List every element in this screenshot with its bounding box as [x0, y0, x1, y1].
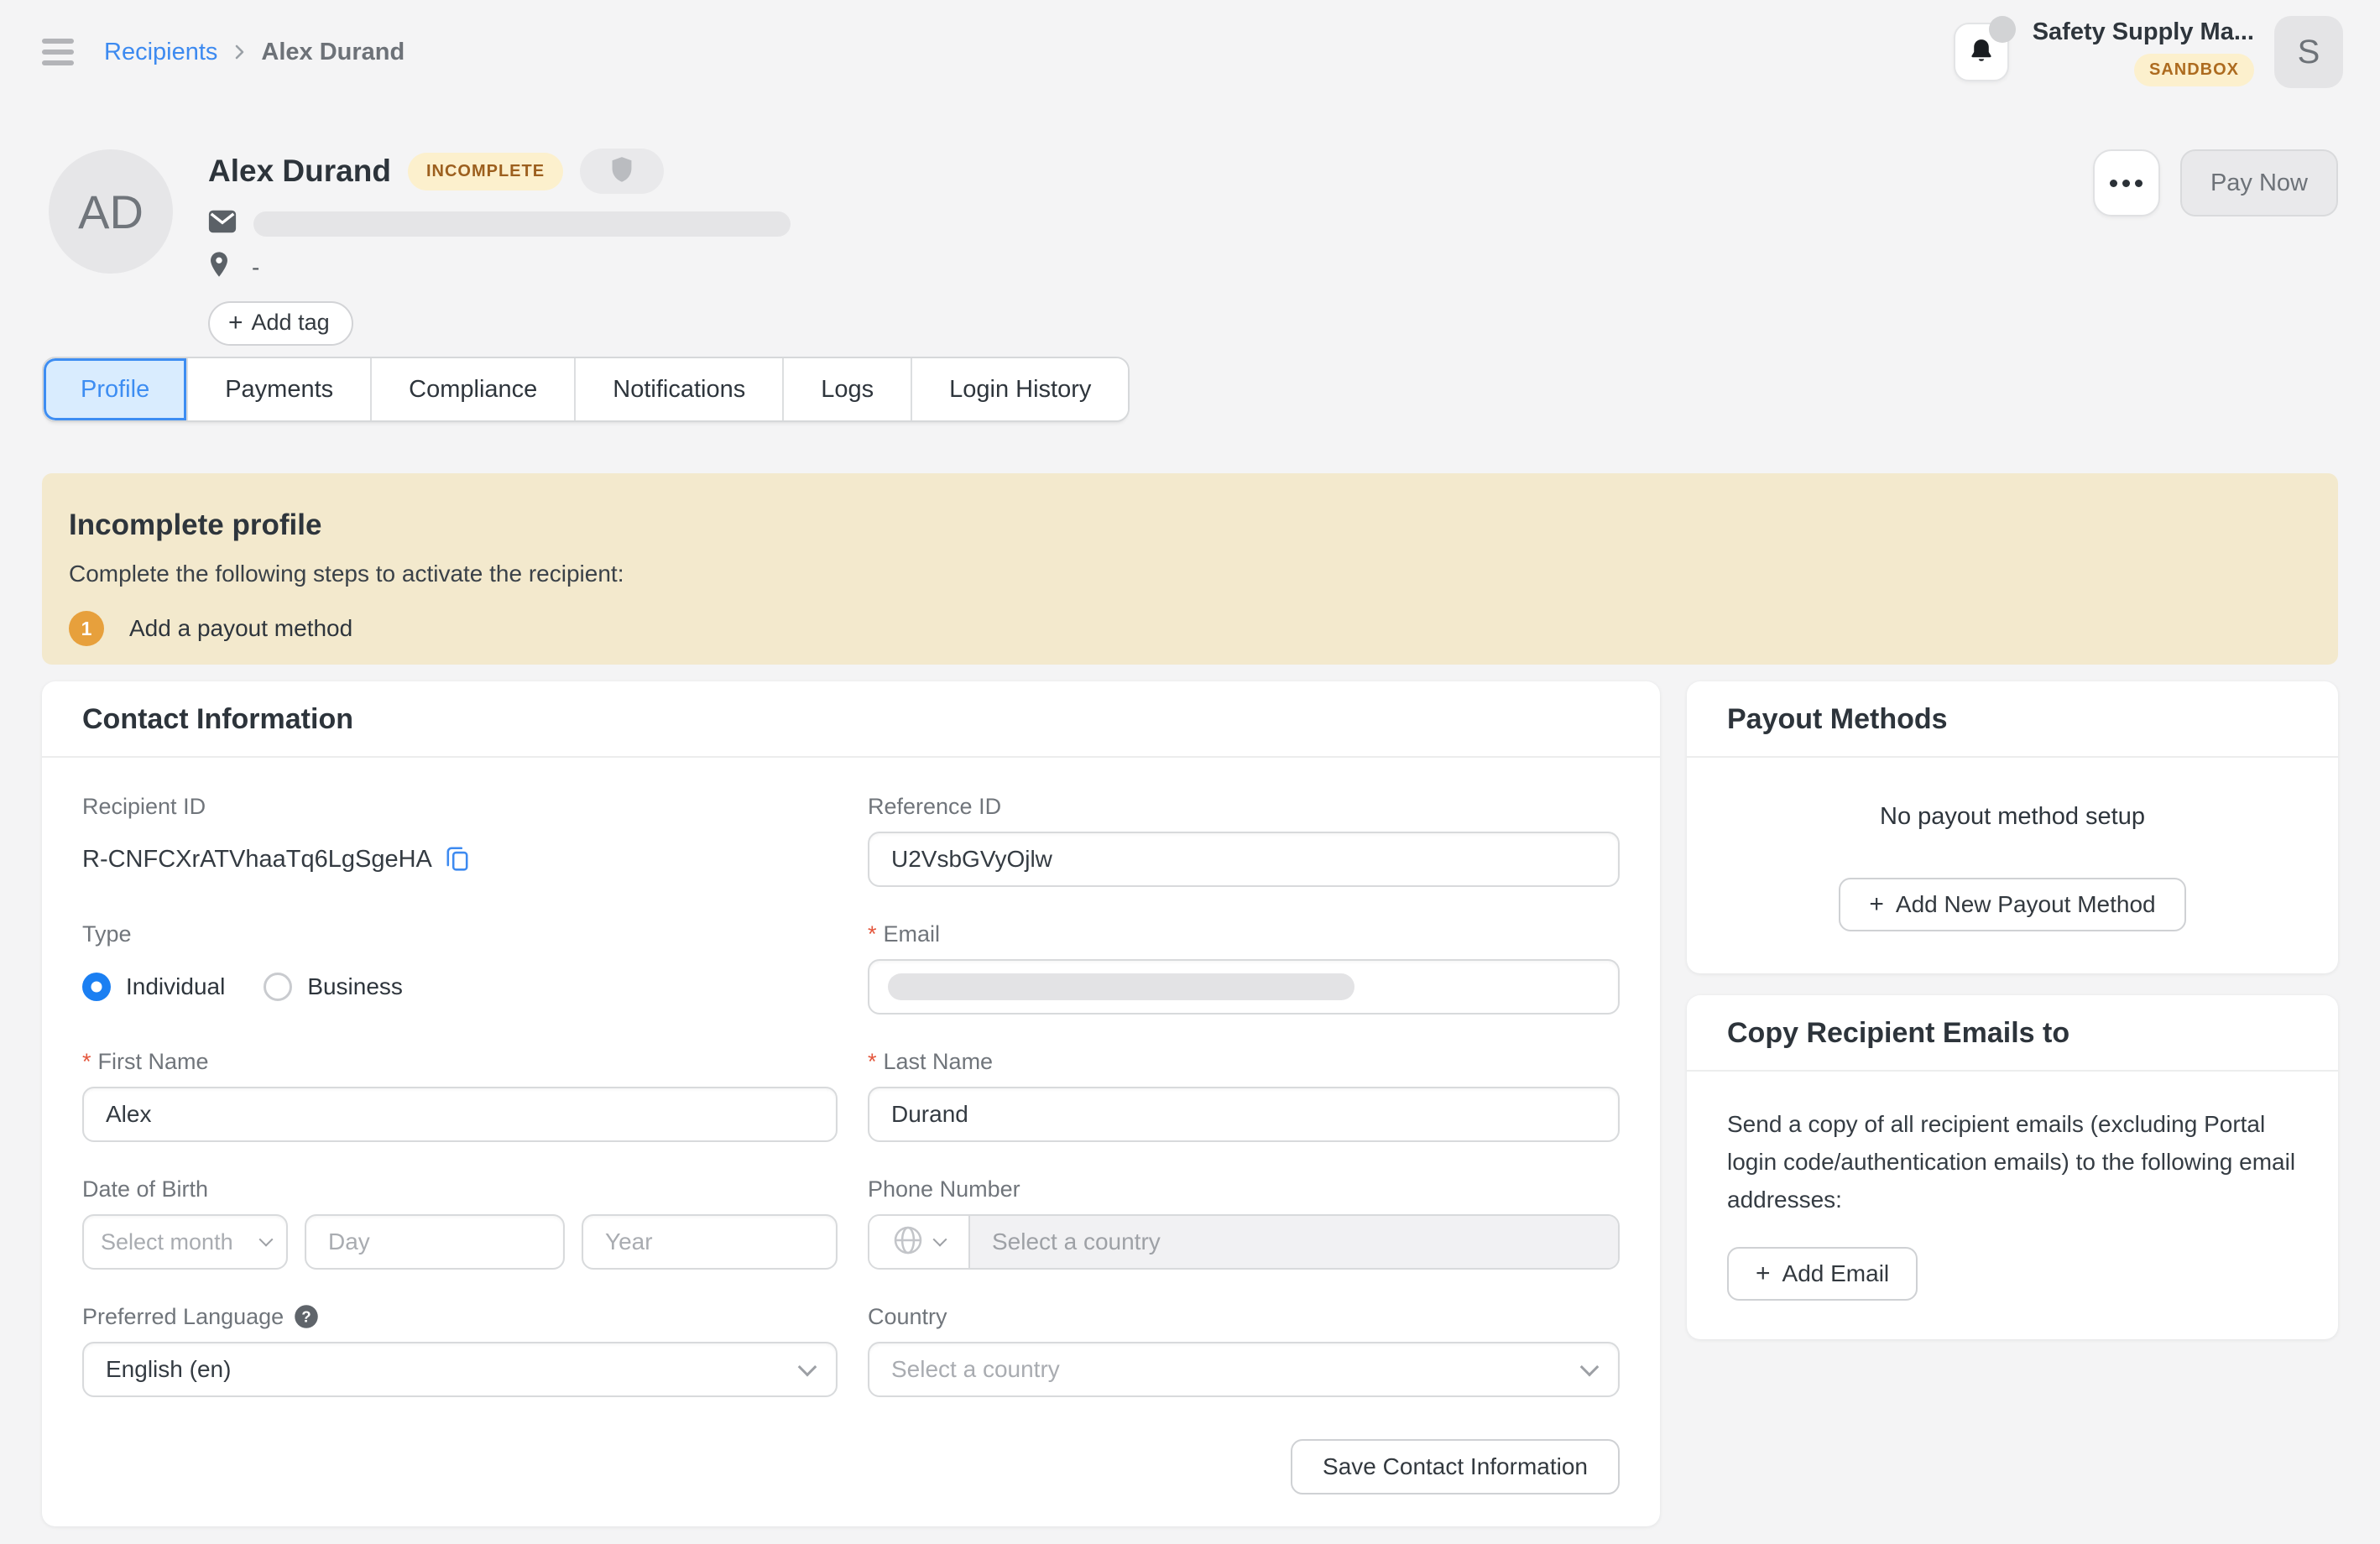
- dob-day-input[interactable]: [305, 1214, 565, 1270]
- step-number-badge: 1: [69, 611, 104, 646]
- first-name-input[interactable]: [82, 1087, 838, 1142]
- copy-emails-description: Send a copy of all recipient emails (exc…: [1727, 1105, 2298, 1218]
- email-field: *Email: [868, 921, 1620, 1015]
- copy-emails-title: Copy Recipient Emails to: [1727, 1017, 2069, 1049]
- save-contact-information-button[interactable]: Save Contact Information: [1291, 1439, 1620, 1494]
- last-name-field: *Last Name: [868, 1048, 1620, 1142]
- topbar-right: Safety Supply Ma... SANDBOX S: [1954, 16, 2343, 88]
- tab-notifications[interactable]: Notifications: [574, 358, 782, 420]
- radio-unselected-icon: [264, 973, 292, 1001]
- tab-profile[interactable]: Profile: [44, 358, 186, 420]
- copy-recipient-emails-card: Copy Recipient Emails to Send a copy of …: [1687, 995, 2338, 1339]
- redacted-email-value: [253, 211, 791, 237]
- language-select[interactable]: English (en): [82, 1342, 838, 1397]
- type-field: Type Individual Business: [82, 921, 838, 1015]
- hamburger-menu-icon[interactable]: [42, 35, 79, 69]
- chevron-down-icon: [1580, 1358, 1600, 1377]
- recipient-summary: Alex Durand INCOMPLETE -: [208, 149, 791, 346]
- top-bar: Recipients Alex Durand Safety Supply Ma.…: [42, 0, 2343, 104]
- globe-icon: [893, 1225, 923, 1260]
- location-pin-icon: [208, 251, 230, 284]
- contact-card-title: Contact Information: [82, 703, 353, 735]
- phone-country-code-select[interactable]: [869, 1216, 970, 1268]
- reference-id-input[interactable]: [868, 832, 1620, 887]
- location-value: -: [252, 254, 259, 281]
- add-email-button[interactable]: + Add Email: [1727, 1247, 1918, 1301]
- header-actions: Pay Now: [2093, 149, 2338, 216]
- recipient-name: Alex Durand: [208, 154, 391, 189]
- breadcrumb: Recipients Alex Durand: [104, 39, 404, 66]
- dob-month-select[interactable]: Select month: [82, 1214, 288, 1270]
- help-question-icon[interactable]: ?: [294, 1304, 319, 1329]
- breadcrumb-recipients-link[interactable]: Recipients: [104, 39, 217, 66]
- type-business-radio[interactable]: Business: [264, 973, 403, 1001]
- svg-text:?: ?: [301, 1307, 311, 1325]
- recipient-profile-page: Recipients Alex Durand Safety Supply Ma.…: [0, 0, 2380, 1544]
- copy-icon: [446, 845, 469, 874]
- breadcrumb-current: Alex Durand: [261, 39, 404, 66]
- contact-information-card: Contact Information Recipient ID R-CNFCX…: [42, 681, 1660, 1526]
- plus-icon: +: [1869, 892, 1884, 917]
- email-icon: [208, 210, 237, 237]
- radio-selected-icon: [82, 973, 111, 1001]
- banner-subtitle: Complete the following steps to activate…: [69, 561, 2311, 587]
- recipient-id-field: Recipient ID R-CNFCXrATVhaaTq6LgSgeHA: [82, 793, 838, 887]
- copy-recipient-id-button[interactable]: [446, 845, 469, 874]
- phone-number-input[interactable]: [970, 1216, 1618, 1268]
- pay-now-button[interactable]: Pay Now: [2180, 149, 2338, 216]
- tab-logs[interactable]: Logs: [782, 358, 911, 420]
- recipient-id-value: R-CNFCXrATVhaaTq6LgSgeHA: [82, 846, 432, 874]
- payout-methods-title: Payout Methods: [1727, 703, 1948, 735]
- chevron-down-icon: [933, 1233, 947, 1247]
- more-options-icon: [2110, 180, 2117, 187]
- profile-header: AD Alex Durand INCOMPLETE: [49, 149, 2338, 346]
- required-marker: *: [868, 921, 877, 947]
- notifications-bell-button[interactable]: [1954, 23, 2009, 81]
- banner-step: 1 Add a payout method: [69, 611, 2311, 646]
- type-individual-radio[interactable]: Individual: [82, 973, 225, 1001]
- date-of-birth-field: Date of Birth Select month: [82, 1176, 838, 1270]
- tab-login-history[interactable]: Login History: [911, 358, 1128, 420]
- banner-title: Incomplete profile: [69, 509, 2311, 542]
- status-badge: INCOMPLETE: [408, 153, 563, 190]
- payout-empty-text: No payout method setup: [1880, 803, 2145, 831]
- recipient-avatar: AD: [49, 149, 173, 274]
- payout-methods-card: Payout Methods No payout method setup + …: [1687, 681, 2338, 973]
- plus-icon: +: [228, 310, 243, 336]
- redacted-email-input-value: [888, 973, 1354, 1000]
- chevron-down-icon: [259, 1233, 274, 1247]
- country-select[interactable]: Select a country: [868, 1342, 1620, 1397]
- add-tag-button[interactable]: + Add tag: [208, 301, 353, 346]
- right-column: Payout Methods No payout method setup + …: [1687, 681, 2338, 1339]
- reference-id-field: Reference ID: [868, 793, 1620, 887]
- org-name: Safety Supply Ma...: [2033, 18, 2254, 46]
- bell-icon: [1967, 36, 1996, 69]
- country-field: Country Select a country: [868, 1303, 1620, 1397]
- dob-year-input[interactable]: [582, 1214, 838, 1270]
- user-avatar[interactable]: S: [2274, 16, 2343, 88]
- plus-icon: +: [1756, 1261, 1771, 1286]
- preferred-language-field: Preferred Language ? English (en): [82, 1303, 838, 1397]
- tab-compliance[interactable]: Compliance: [370, 358, 574, 420]
- trust-shield-pill: [580, 149, 664, 194]
- tab-payments[interactable]: Payments: [186, 358, 370, 420]
- phone-number-field: Phone Number: [868, 1176, 1620, 1270]
- profile-tabs: Profile Payments Compliance Notification…: [42, 357, 1130, 422]
- more-options-button[interactable]: [2093, 149, 2160, 216]
- step-label: Add a payout method: [129, 615, 352, 642]
- last-name-input[interactable]: [868, 1087, 1620, 1142]
- shield-icon: [610, 156, 634, 187]
- chevron-right-icon: [229, 42, 249, 62]
- chevron-down-icon: [798, 1358, 817, 1377]
- add-new-payout-method-button[interactable]: + Add New Payout Method: [1839, 878, 2185, 931]
- main-content: Contact Information Recipient ID R-CNFCX…: [42, 681, 2338, 1526]
- first-name-field: *First Name: [82, 1048, 838, 1142]
- org-switcher[interactable]: Safety Supply Ma... SANDBOX: [2033, 18, 2254, 86]
- notification-dot: [1989, 16, 2016, 43]
- sandbox-badge: SANDBOX: [2134, 54, 2254, 86]
- incomplete-profile-banner: Incomplete profile Complete the followin…: [42, 473, 2338, 665]
